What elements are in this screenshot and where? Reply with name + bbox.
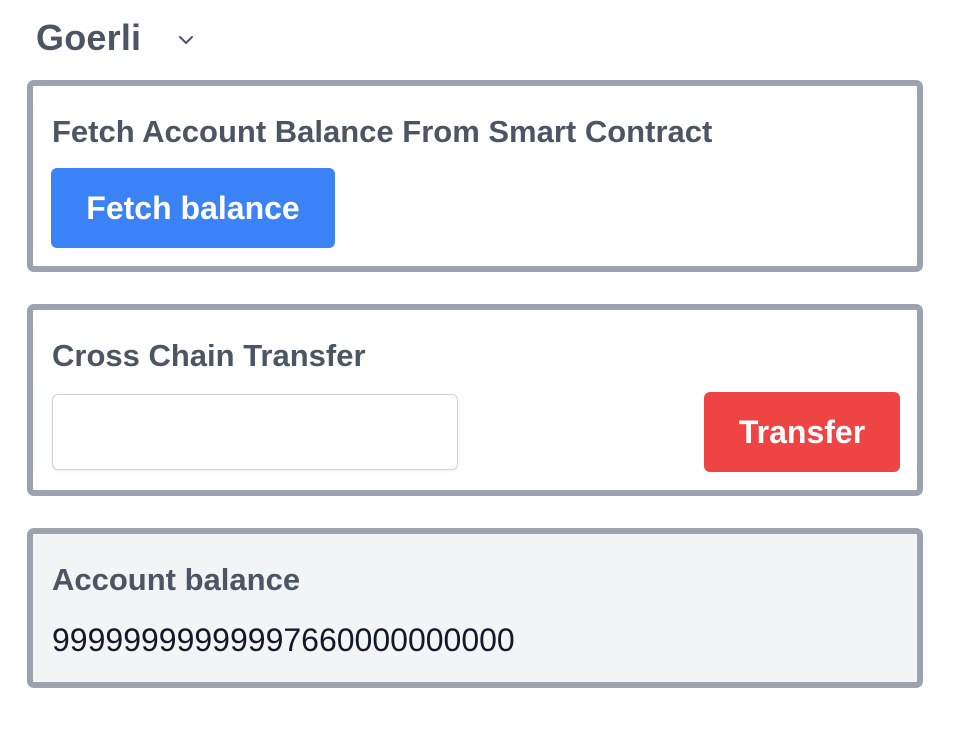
fetch-balance-title: Fetch Account Balance From Smart Contrac… <box>52 114 713 149</box>
account-balance-card: Account balance 999999999999976600000000… <box>27 528 923 688</box>
account-balance-title: Account balance <box>52 562 301 597</box>
cross-chain-transfer-card: Cross Chain Transfer Transfer <box>27 304 923 496</box>
transfer-button[interactable]: Transfer <box>704 392 900 472</box>
network-select[interactable]: Goerli <box>28 14 218 62</box>
cross-chain-transfer-title: Cross Chain Transfer <box>52 338 366 373</box>
account-balance-value: 99999999999997660000000000 <box>52 622 515 658</box>
fetch-balance-button[interactable]: Fetch balance <box>51 168 335 248</box>
fetch-balance-card: Fetch Account Balance From Smart Contrac… <box>27 80 923 272</box>
chevron-down-icon <box>177 31 195 49</box>
network-label: Goerli <box>36 17 142 58</box>
transfer-amount-input[interactable] <box>52 394 458 470</box>
